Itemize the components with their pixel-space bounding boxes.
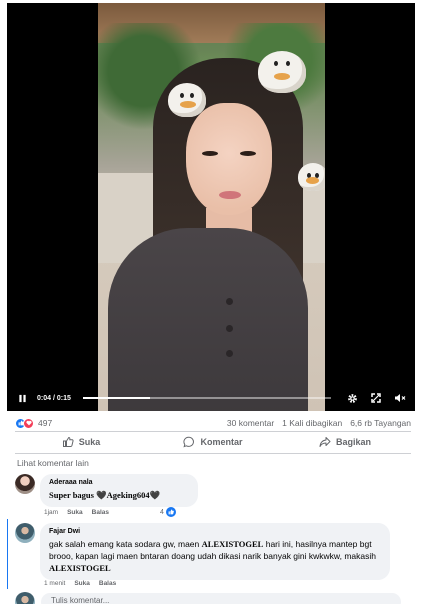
like-button[interactable]: Suka — [15, 431, 147, 453]
love-reaction-icon[interactable] — [23, 417, 34, 429]
avatar[interactable] — [15, 474, 35, 494]
video-scene-button — [226, 350, 233, 357]
share-label: Bagikan — [335, 437, 371, 447]
comment-thread-line — [7, 519, 8, 589]
duck-sticker — [168, 83, 206, 117]
like-badge-icon — [165, 507, 176, 517]
comment-meta: 1jam Suka Balas — [44, 509, 109, 516]
volume-mute-icon[interactable] — [391, 389, 409, 407]
video-progress-fill — [82, 397, 150, 399]
video-time: 0:04 / 0:15 — [37, 394, 71, 402]
like-label: Suka — [78, 437, 101, 447]
comment-text-part: gak salah emang kata sodara gw, maen — [49, 539, 202, 549]
avatar[interactable] — [15, 523, 35, 543]
view-more-comments-link[interactable]: Lihat komentar lain — [17, 458, 89, 468]
duck-sticker — [258, 51, 306, 93]
share-icon — [319, 437, 331, 447]
video-scene-lips — [219, 191, 241, 199]
video-player[interactable]: 0:04 / 0:15 — [7, 3, 415, 411]
comment-text-highlight: ALEXISTOGEL — [201, 539, 264, 549]
share-button[interactable]: Bagikan — [279, 431, 411, 453]
video-scene-shirt — [108, 228, 308, 411]
view-count: 6,6 rb Tayangan — [350, 418, 411, 428]
comment-reply-link[interactable]: Balas — [99, 580, 116, 587]
comment-text: Super bagus 🖤Ageking604🖤 — [49, 490, 161, 500]
divider — [15, 453, 411, 454]
comment-item: Fajar Dwi gak salah emang kata sodara gw… — [15, 523, 390, 580]
comment-like-link[interactable]: Suka — [67, 509, 83, 516]
comment-text: gak salah emang kata sodara gw, maen ALE… — [49, 538, 381, 574]
comment-input[interactable]: Tulis komentar... — [41, 593, 401, 604]
comment-time[interactable]: 1 menit — [44, 580, 65, 587]
video-scene-eye — [202, 151, 218, 156]
comment-button[interactable]: Komentar — [147, 431, 279, 453]
comment-text-highlight: ALEXISTOGEL — [49, 563, 111, 573]
comment-like-number: 4 — [160, 508, 164, 516]
post-counters: 30 komentar 1 Kali dibagikan 6,6 rb Taya… — [227, 418, 411, 428]
video-scene-button — [226, 325, 233, 332]
share-count[interactable]: 1 Kali dibagikan — [282, 418, 342, 428]
avatar — [15, 592, 35, 604]
comment-author[interactable]: Fajar Dwi — [49, 528, 381, 535]
pause-icon[interactable] — [13, 389, 31, 407]
video-scene-face — [186, 103, 272, 215]
video-progress-bar[interactable] — [82, 397, 331, 399]
comment-meta: 1 menit Suka Balas — [44, 580, 116, 587]
thumbs-up-icon — [62, 436, 74, 447]
comment-label: Komentar — [200, 437, 243, 447]
post-stats: 497 30 komentar 1 Kali dibagikan 6,6 rb … — [15, 415, 411, 431]
comment-bubble: Aderaaa nala Super bagus 🖤Ageking604🖤 — [40, 474, 198, 507]
settings-icon[interactable] — [343, 389, 361, 407]
comment-time[interactable]: 1jam — [44, 509, 58, 516]
comment-like-count[interactable]: 4 — [160, 507, 176, 517]
fullscreen-icon[interactable] — [367, 389, 385, 407]
reaction-count[interactable]: 497 — [38, 418, 52, 428]
comment-bubble: Fajar Dwi gak salah emang kata sodara gw… — [40, 523, 390, 580]
comment-icon — [183, 436, 195, 448]
video-scene-eye — [240, 151, 256, 156]
video-scene-button — [226, 298, 233, 305]
comment-count[interactable]: 30 komentar — [227, 418, 274, 428]
video-frame — [98, 3, 325, 411]
comment-like-link[interactable]: Suka — [74, 580, 90, 587]
duck-sticker — [298, 163, 325, 191]
post-actions: Suka Komentar Bagikan — [15, 431, 411, 453]
comment-composer: Tulis komentar... — [15, 592, 401, 604]
comment-author[interactable]: Aderaaa nala — [49, 479, 189, 486]
comment-reply-link[interactable]: Balas — [92, 509, 109, 516]
video-controls: 0:04 / 0:15 — [7, 385, 415, 411]
comment-item: Aderaaa nala Super bagus 🖤Ageking604🖤 — [15, 474, 198, 507]
